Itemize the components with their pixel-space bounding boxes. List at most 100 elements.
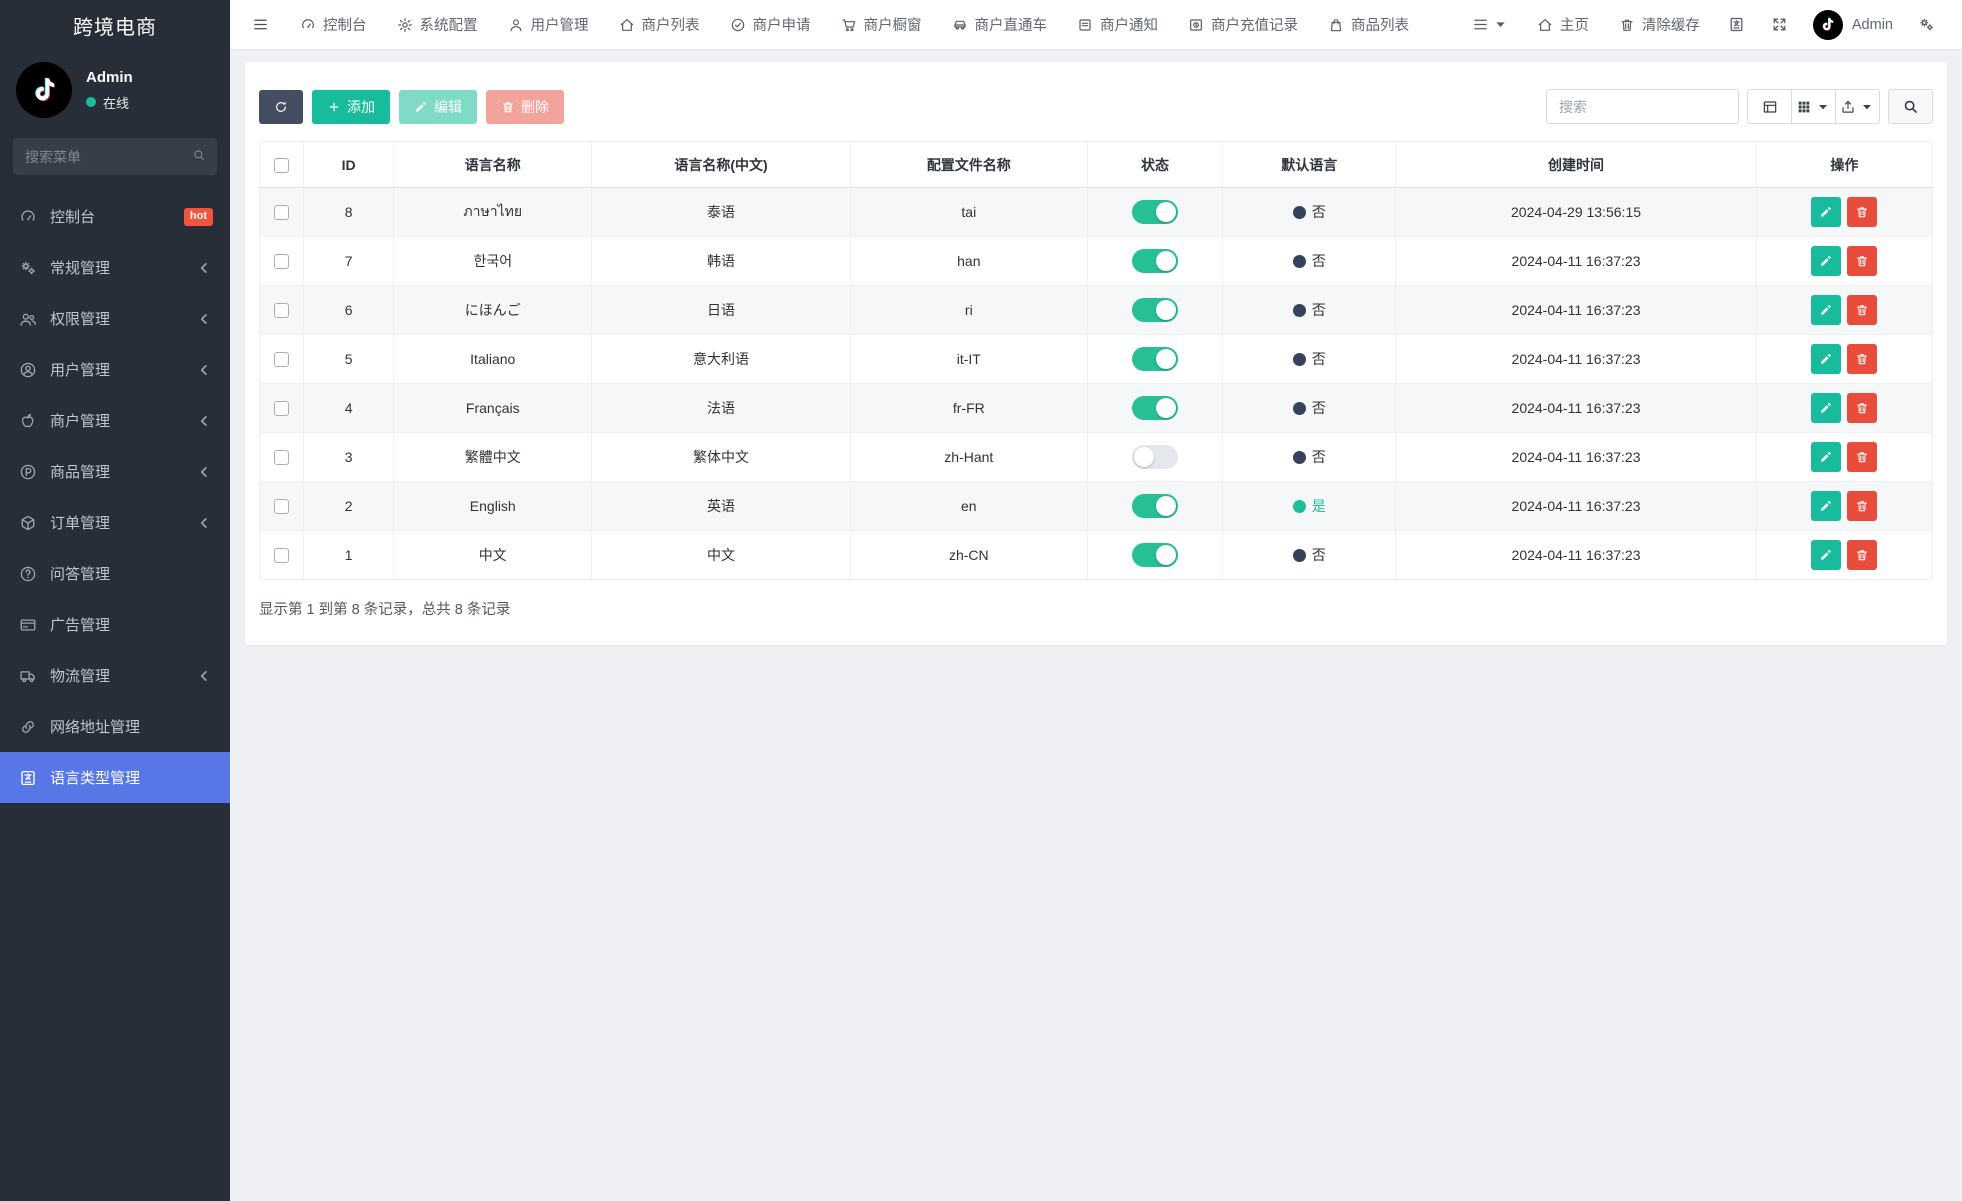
sidebar-item[interactable]: 物流管理 xyxy=(0,650,230,701)
delete-button[interactable] xyxy=(1847,197,1877,227)
cell-id: 7 xyxy=(304,237,394,286)
row-checkbox[interactable] xyxy=(274,352,289,367)
row-checkbox[interactable] xyxy=(274,303,289,318)
main-content: 添加 编辑 删除 ID语言名称语言名称(中文)配置文件名称状态 xyxy=(230,50,1962,1201)
refresh-button[interactable] xyxy=(259,90,303,124)
status-toggle[interactable] xyxy=(1132,298,1178,322)
user-menu[interactable]: Admin xyxy=(1801,0,1905,49)
delete-button[interactable] xyxy=(1847,344,1877,374)
edit-button[interactable] xyxy=(1811,540,1841,570)
sidebar-item[interactable]: 常规管理 xyxy=(0,242,230,293)
select-all-checkbox[interactable] xyxy=(274,158,289,173)
delete-button-disabled[interactable]: 删除 xyxy=(486,90,564,124)
clear-cache-button[interactable]: 清除缓存 xyxy=(1604,0,1715,49)
edit-button[interactable] xyxy=(1811,442,1841,472)
toolbar: 添加 编辑 删除 xyxy=(259,89,1933,124)
link-icon xyxy=(19,718,37,736)
avatar[interactable] xyxy=(16,62,72,118)
sidebar-toggle-button[interactable] xyxy=(230,0,285,49)
topnav-item[interactable]: 商户列表 xyxy=(604,0,715,49)
content-panel: 添加 编辑 删除 ID语言名称语言名称(中文)配置文件名称状态 xyxy=(245,62,1947,645)
edit-button-disabled[interactable]: 编辑 xyxy=(399,90,477,124)
status-toggle[interactable] xyxy=(1132,249,1178,273)
edit-button[interactable] xyxy=(1811,491,1841,521)
table-search-input[interactable] xyxy=(1546,89,1739,124)
topnav-item[interactable]: 商户充值记录 xyxy=(1173,0,1313,49)
delete-button[interactable] xyxy=(1847,393,1877,423)
nav-collapse-button[interactable] xyxy=(1459,0,1522,49)
translate-button[interactable] xyxy=(1715,0,1758,49)
pencil-icon xyxy=(1819,205,1833,219)
sidebar-item[interactable]: 用户管理 xyxy=(0,344,230,395)
sidebar-item[interactable]: 问答管理 xyxy=(0,548,230,599)
user-name: Admin xyxy=(86,69,133,86)
row-checkbox[interactable] xyxy=(274,548,289,563)
row-checkbox[interactable] xyxy=(274,450,289,465)
topnav-item[interactable]: 控制台 xyxy=(285,0,382,49)
status-toggle[interactable] xyxy=(1132,445,1178,469)
edit-button[interactable] xyxy=(1811,344,1841,374)
cell-id: 5 xyxy=(304,335,394,384)
cell-language-name-cn: 泰语 xyxy=(592,188,850,237)
trash-icon xyxy=(501,100,515,114)
export-button[interactable] xyxy=(1835,89,1880,124)
edit-button[interactable] xyxy=(1811,246,1841,276)
caret-down-icon xyxy=(1859,99,1875,115)
search-button[interactable] xyxy=(1888,89,1933,124)
user-status: 在线 xyxy=(86,93,133,112)
topnav-item[interactable]: 商户申请 xyxy=(715,0,826,49)
row-checkbox[interactable] xyxy=(274,401,289,416)
status-toggle[interactable] xyxy=(1132,494,1178,518)
add-button[interactable]: 添加 xyxy=(312,90,390,124)
topnav: 控制台系统配置用户管理商户列表商户申请商户橱窗商户直通车商户通知商户充值记录商品… xyxy=(230,0,1962,50)
sidebar-item[interactable]: 商户管理 xyxy=(0,395,230,446)
delete-button[interactable] xyxy=(1847,540,1877,570)
home-link[interactable]: 主页 xyxy=(1522,0,1604,49)
caret-down-icon xyxy=(1815,99,1831,115)
detail-view-button[interactable] xyxy=(1747,89,1792,124)
sidebar-item[interactable]: 控制台hot xyxy=(0,191,230,242)
brand-title[interactable]: 跨境电商 xyxy=(0,0,230,50)
topnav-item[interactable]: 系统配置 xyxy=(382,0,493,49)
delete-button[interactable] xyxy=(1847,295,1877,325)
topnav-item[interactable]: 用户管理 xyxy=(493,0,604,49)
status-toggle[interactable] xyxy=(1132,396,1178,420)
cell-config-name: en xyxy=(850,482,1087,531)
edit-button[interactable] xyxy=(1811,295,1841,325)
settings-button[interactable] xyxy=(1905,0,1948,49)
status-toggle[interactable] xyxy=(1132,543,1178,567)
column-header: 语言名称 xyxy=(394,142,592,188)
delete-button[interactable] xyxy=(1847,491,1877,521)
order-icon xyxy=(19,514,37,532)
edit-button[interactable] xyxy=(1811,197,1841,227)
fullscreen-button[interactable] xyxy=(1758,0,1801,49)
sidebar-item[interactable]: 权限管理 xyxy=(0,293,230,344)
edit-button[interactable] xyxy=(1811,393,1841,423)
pencil-icon xyxy=(1819,254,1833,268)
sidebar-item[interactable]: 商品管理 xyxy=(0,446,230,497)
sidebar-item[interactable]: 语言类型管理 xyxy=(0,752,230,803)
default-dot-icon xyxy=(1293,255,1306,268)
sidebar-item[interactable]: 广告管理 xyxy=(0,599,230,650)
topnav-item[interactable]: 商户通知 xyxy=(1062,0,1173,49)
chevron-left-icon xyxy=(195,412,213,430)
status-toggle[interactable] xyxy=(1132,347,1178,371)
columns-button[interactable] xyxy=(1791,89,1836,124)
default-dot-icon xyxy=(1293,206,1306,219)
bag-icon xyxy=(1328,17,1344,33)
row-checkbox[interactable] xyxy=(274,205,289,220)
delete-button[interactable] xyxy=(1847,442,1877,472)
sidebar-item[interactable]: 网络地址管理 xyxy=(0,701,230,752)
delete-button[interactable] xyxy=(1847,246,1877,276)
toolbar-right xyxy=(1546,89,1933,124)
default-dot-icon xyxy=(1293,304,1306,317)
sidebar-item[interactable]: 订单管理 xyxy=(0,497,230,548)
detail-view-icon xyxy=(1762,99,1778,115)
status-toggle[interactable] xyxy=(1132,200,1178,224)
topnav-item[interactable]: 商户直通车 xyxy=(937,0,1063,49)
row-checkbox[interactable] xyxy=(274,254,289,269)
row-checkbox[interactable] xyxy=(274,499,289,514)
topnav-item[interactable]: 商户橱窗 xyxy=(826,0,937,49)
topnav-item[interactable]: 商品列表 xyxy=(1313,0,1424,49)
menu-search-input[interactable] xyxy=(13,138,217,175)
